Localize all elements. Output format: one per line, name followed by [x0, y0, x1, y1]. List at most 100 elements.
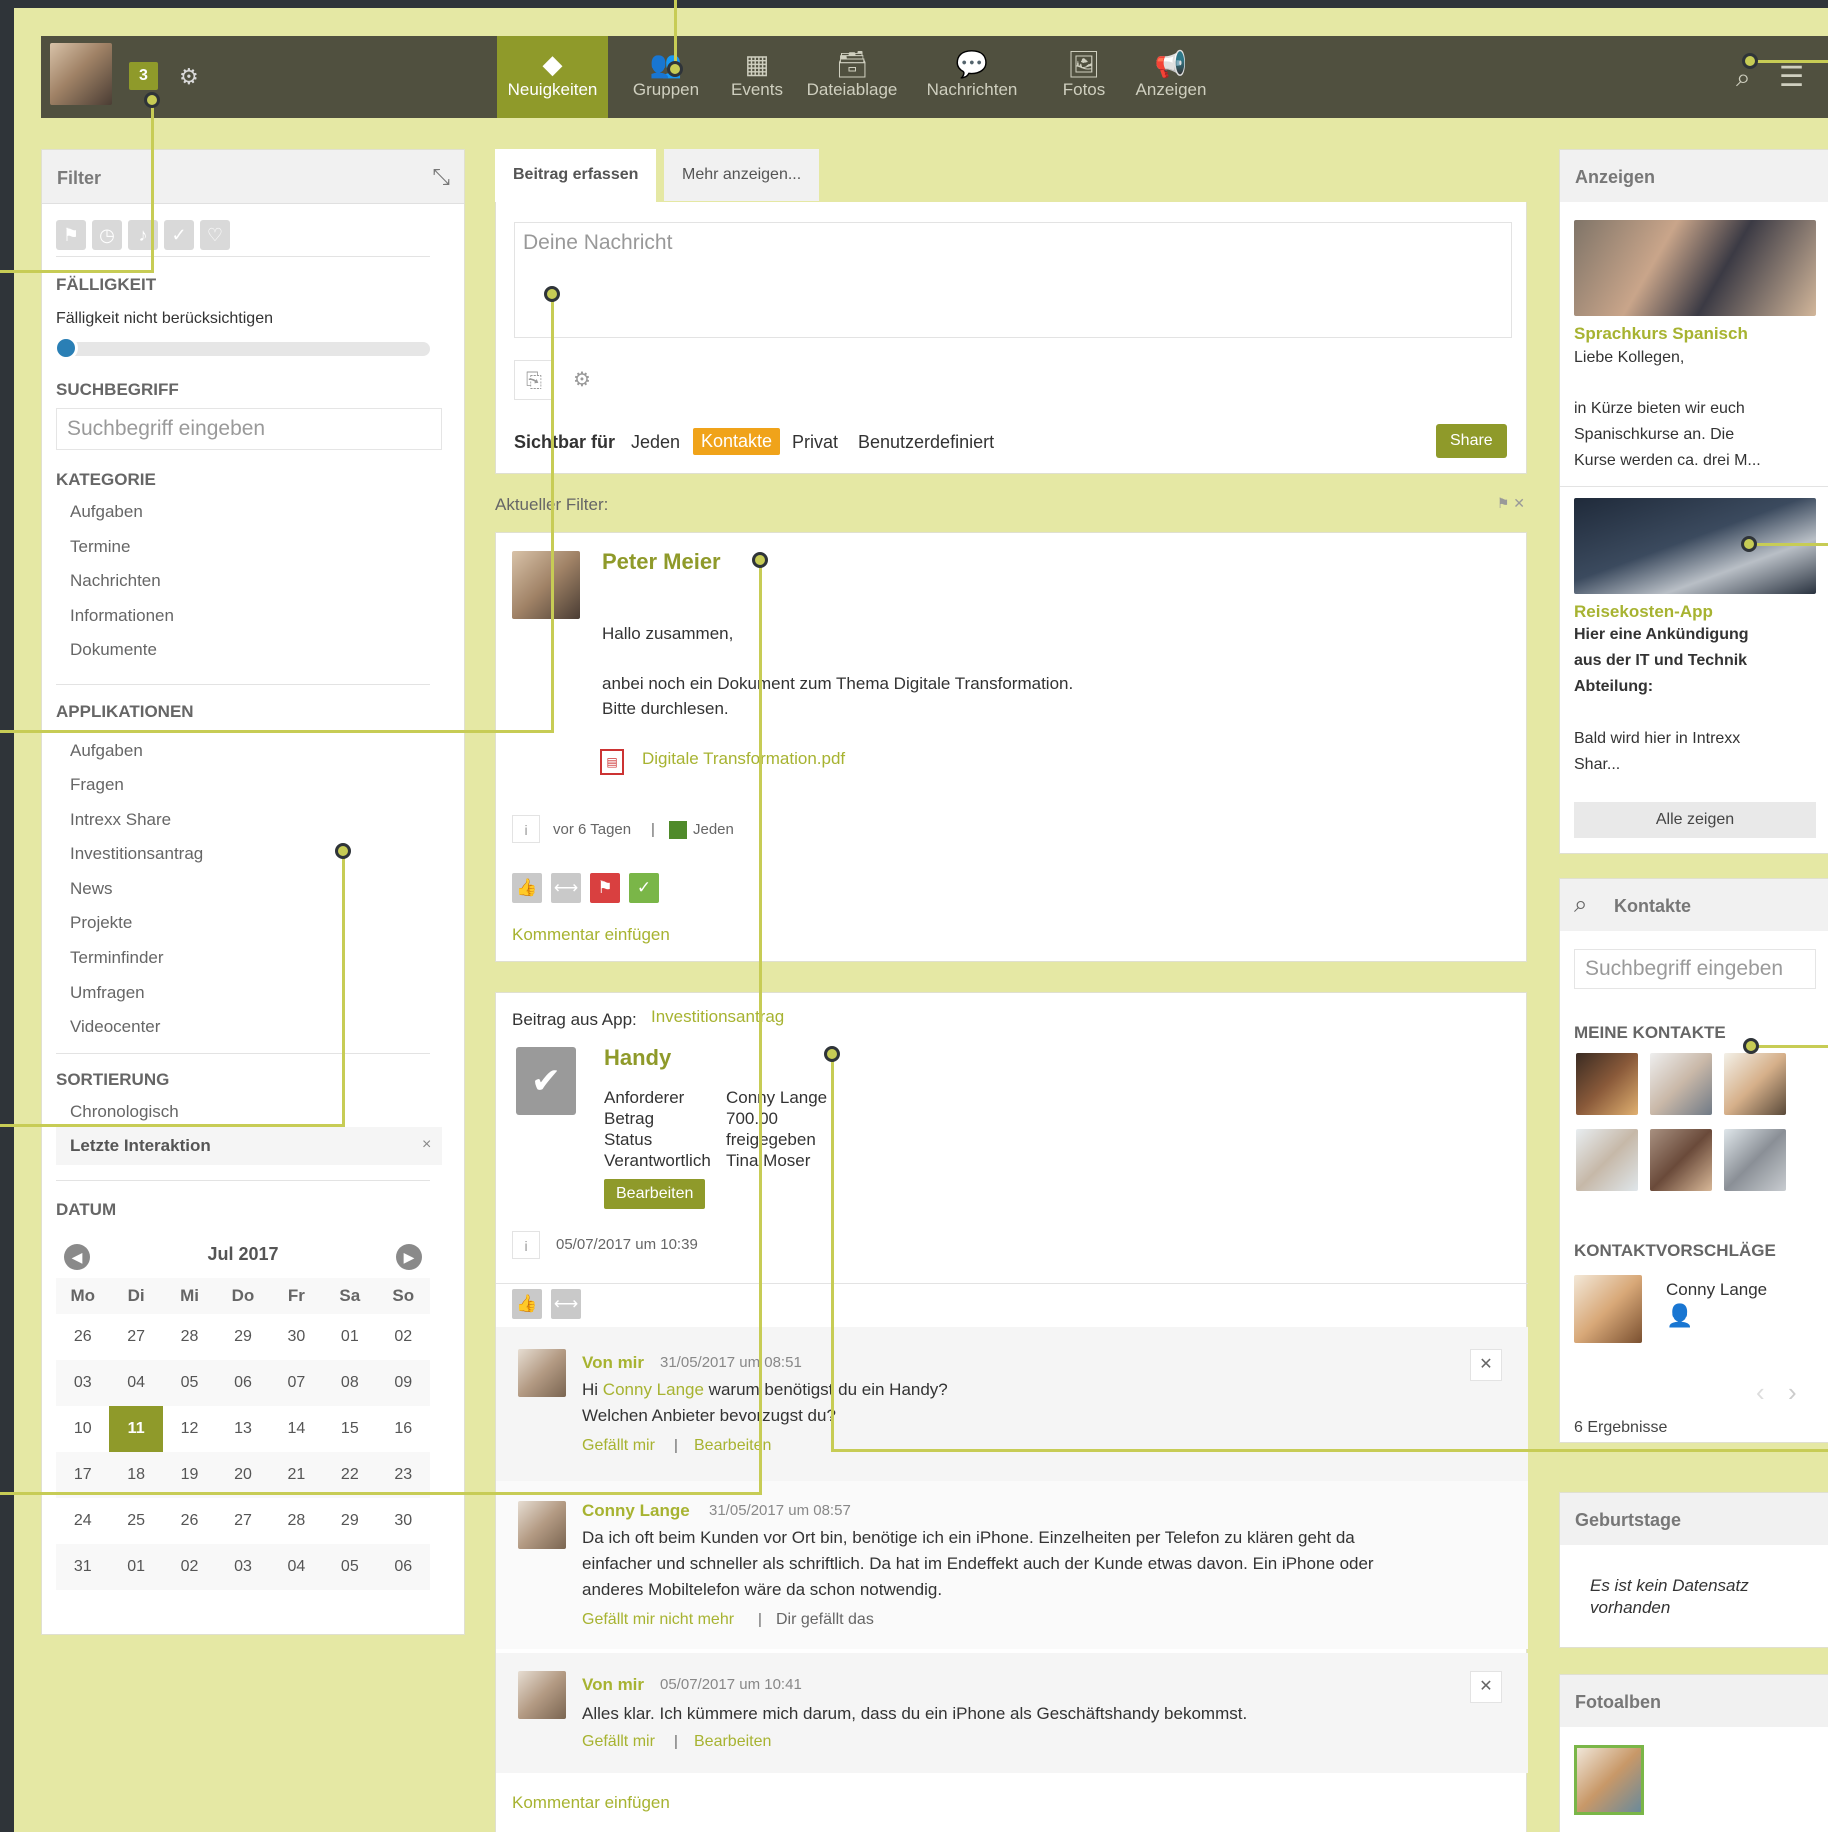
calendar-day[interactable]: 12: [163, 1406, 216, 1452]
app-fragen[interactable]: Fragen: [70, 775, 124, 795]
calendar-day[interactable]: 29: [323, 1498, 376, 1544]
filter-search-input[interactable]: Suchbegriff eingeben: [56, 408, 442, 450]
clock-filter-icon[interactable]: ◷: [92, 220, 122, 250]
next-page-icon[interactable]: ›: [1788, 1377, 1797, 1408]
edit-comment-link[interactable]: Bearbeiten: [694, 1733, 771, 1751]
suggestion-avatar[interactable]: [1574, 1275, 1642, 1343]
calendar-day[interactable]: 27: [216, 1498, 269, 1544]
comment-avatar[interactable]: [518, 1671, 566, 1719]
notification-badge[interactable]: 3: [129, 62, 158, 90]
request-title[interactable]: Handy: [604, 1045, 671, 1071]
filter-action-icons[interactable]: ⚑ ✕: [1497, 495, 1525, 512]
post-author[interactable]: Peter Meier: [602, 549, 721, 575]
contact-avatar[interactable]: [1576, 1053, 1638, 1115]
calendar-day[interactable]: 30: [270, 1314, 323, 1360]
author-avatar[interactable]: [512, 551, 580, 619]
attach-document-icon[interactable]: ⎘: [514, 360, 554, 400]
sort-letzte-interaktion[interactable]: Letzte Interaktion: [70, 1136, 211, 1156]
ad-title-sprachkurs[interactable]: Sprachkurs Spanisch: [1574, 324, 1748, 344]
calendar-day[interactable]: 31: [56, 1544, 110, 1590]
search-icon[interactable]: ⌕: [1574, 891, 1587, 919]
comment-avatar[interactable]: [518, 1501, 566, 1549]
calendar-day[interactable]: 09: [376, 1360, 430, 1406]
collapse-icon[interactable]: ⤡: [432, 164, 450, 190]
check-filter-icon[interactable]: ✓: [164, 220, 194, 250]
attachment-link[interactable]: Digitale Transformation.pdf: [642, 749, 845, 769]
close-icon[interactable]: ✕: [1470, 1671, 1502, 1703]
calendar-day[interactable]: 15: [323, 1406, 376, 1452]
nav-dateiablage[interactable]: 🗃 Dateiablage: [797, 36, 907, 118]
calendar-day[interactable]: 11: [109, 1406, 163, 1452]
app-umfragen[interactable]: Umfragen: [70, 983, 145, 1003]
edit-request-button[interactable]: Bearbeiten: [604, 1179, 706, 1209]
suggestion-name[interactable]: Conny Lange: [1666, 1277, 1767, 1302]
done-check-icon[interactable]: ✓: [629, 873, 659, 903]
tab-beitrag-erfassen[interactable]: Beitrag erfassen: [495, 149, 657, 204]
calendar-day[interactable]: 25: [109, 1498, 162, 1544]
calendar-day[interactable]: 07: [269, 1360, 324, 1406]
faelligkeit-slider[interactable]: [56, 342, 430, 356]
calendar-day[interactable]: 10: [56, 1406, 109, 1452]
calendar-day[interactable]: 03: [216, 1544, 270, 1590]
calendar-day[interactable]: 05: [162, 1360, 217, 1406]
next-month-icon[interactable]: ▶: [396, 1244, 422, 1270]
contact-avatar[interactable]: [1576, 1129, 1638, 1191]
comment-author[interactable]: Von mir: [582, 1675, 644, 1695]
add-contact-icon[interactable]: 👤: [1666, 1303, 1693, 1329]
calendar-day[interactable]: 13: [216, 1406, 269, 1452]
calendar-day[interactable]: 02: [162, 1544, 217, 1590]
vis-option-kontakte[interactable]: Kontakte: [693, 428, 781, 455]
app-link[interactable]: Investitionsantrag: [651, 1007, 784, 1027]
calendar-day[interactable]: 30: [377, 1498, 430, 1544]
flag-filter-icon[interactable]: ⚑: [56, 220, 86, 250]
calendar-day[interactable]: 27: [109, 1314, 162, 1360]
message-input[interactable]: Deine Nachricht: [514, 222, 1512, 338]
info-icon[interactable]: i: [512, 1231, 540, 1259]
app-aufgaben[interactable]: Aufgaben: [70, 741, 143, 761]
unlike-link[interactable]: Gefällt mir nicht mehr: [582, 1611, 734, 1629]
kategorie-termine[interactable]: Termine: [70, 537, 130, 557]
share-link-icon[interactable]: ⟷: [551, 873, 581, 903]
clear-sort-icon[interactable]: ×: [422, 1136, 431, 1154]
add-comment-link[interactable]: Kommentar einfügen: [512, 1793, 670, 1813]
tab-mehr-anzeigen[interactable]: Mehr anzeigen...: [664, 149, 820, 201]
nav-gruppen[interactable]: 👥 Gruppen: [615, 36, 717, 118]
comment-author[interactable]: Conny Lange: [582, 1501, 690, 1521]
flag-icon[interactable]: ⚑: [590, 873, 620, 903]
like-link[interactable]: Gefällt mir: [582, 1437, 655, 1455]
nav-neuigkeiten[interactable]: ◆ Neuigkeiten: [497, 36, 608, 118]
kategorie-informationen[interactable]: Informationen: [70, 606, 174, 626]
share-button[interactable]: Share: [1436, 424, 1507, 458]
calendar-day[interactable]: 04: [109, 1360, 163, 1406]
calendar-day[interactable]: 16: [377, 1406, 430, 1452]
user-settings-icon[interactable]: ⚙: [179, 62, 209, 92]
ad-image-reisekosten[interactable]: [1574, 498, 1816, 594]
calendar-day[interactable]: 24: [56, 1498, 109, 1544]
close-icon[interactable]: ✕: [1470, 1349, 1502, 1381]
calendar-day[interactable]: 14: [270, 1406, 323, 1452]
share-link-icon[interactable]: ⟷: [551, 1289, 581, 1319]
app-videocenter[interactable]: Videocenter: [70, 1017, 160, 1037]
calendar-day[interactable]: 26: [56, 1314, 109, 1360]
calendar-day[interactable]: 28: [163, 1314, 216, 1360]
vis-option-privat[interactable]: Privat: [792, 432, 838, 453]
calendar-day[interactable]: 02: [377, 1314, 430, 1360]
kategorie-dokumente[interactable]: Dokumente: [70, 640, 157, 660]
ad-title-reisekosten[interactable]: Reisekosten-App: [1574, 602, 1713, 622]
comment-author[interactable]: Von mir: [582, 1353, 644, 1373]
like-icon[interactable]: 👍: [512, 1289, 542, 1319]
vis-option-benutzerdefiniert[interactable]: Benutzerdefiniert: [858, 432, 994, 453]
show-all-ads-button[interactable]: Alle zeigen: [1574, 802, 1816, 838]
calendar-day[interactable]: 28: [270, 1498, 323, 1544]
nav-anzeigen[interactable]: 📢 Anzeigen: [1126, 36, 1216, 118]
vis-option-jeden[interactable]: Jeden: [631, 432, 680, 453]
contact-avatar[interactable]: [1724, 1053, 1786, 1115]
like-link[interactable]: Gefällt mir: [582, 1733, 655, 1751]
hamburger-menu-icon[interactable]: ☰: [1779, 60, 1813, 94]
add-comment-link[interactable]: Kommentar einfügen: [512, 925, 670, 945]
contacts-search-input[interactable]: Suchbegriff eingeben: [1574, 949, 1816, 989]
sort-chronologisch[interactable]: Chronologisch: [70, 1102, 179, 1122]
calendar-day[interactable]: 29: [216, 1314, 269, 1360]
prev-page-icon[interactable]: ‹: [1756, 1377, 1765, 1408]
info-icon[interactable]: i: [512, 815, 540, 843]
